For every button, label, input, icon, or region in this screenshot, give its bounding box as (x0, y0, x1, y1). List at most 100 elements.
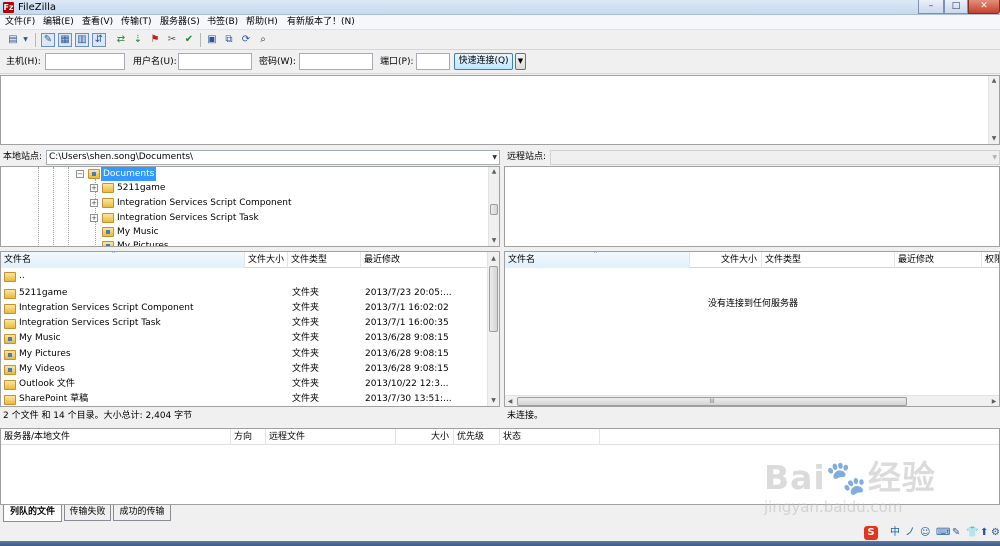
tree-item-documents[interactable]: − Documents (1, 167, 487, 181)
tree-item-my-pictures[interactable]: My Pictures (1, 239, 487, 246)
file-row[interactable]: My Music 文件夹 2013/6/28 9:08:15 (1, 331, 488, 346)
site-manager-icon[interactable]: ▤ (6, 33, 20, 47)
keyboard-icon[interactable]: ⌨ (936, 527, 950, 539)
password-input[interactable] (299, 53, 373, 70)
file-row[interactable]: 5211game 文件夹 2013/7/23 20:05:... (1, 286, 488, 301)
port-input[interactable] (416, 53, 450, 70)
transfer-queue[interactable]: 服务器/本地文件 方向 远程文件 大小 优先级 状态 (0, 428, 1000, 505)
menu-file[interactable]: 文件(F) (5, 16, 35, 29)
scroll-thumb[interactable] (490, 204, 498, 215)
chevron-down-icon[interactable]: ▼ (992, 151, 997, 164)
scroll-up-arrow-icon[interactable]: ▲ (488, 254, 499, 264)
quickconnect-button[interactable]: 快速连接(Q) (454, 53, 513, 70)
remote-file-list[interactable]: 文件名 ^ 文件大小 文件类型 最近修改 权限 没有连接到任何服务器 ◀ III… (504, 251, 1000, 407)
file-row[interactable]: SharePoint 草稿 文件夹 2013/7/30 13:51:... (1, 392, 488, 406)
tree-item-script-task[interactable]: + Integration Services Script Task (1, 211, 487, 225)
minimize-button[interactable]: – (918, 0, 944, 14)
column-direction[interactable]: 方向 (231, 429, 266, 445)
ime-chinese-mode-icon[interactable]: 中 (890, 527, 900, 539)
column-priority[interactable]: 优先级 (454, 429, 500, 445)
handwriting-icon[interactable]: ✎ (952, 527, 960, 539)
tree-item-script-component[interactable]: + Integration Services Script Component (1, 196, 487, 210)
quickconnect-dropdown-button[interactable]: ▼ (515, 53, 526, 70)
reconnect-icon[interactable]: ✔ (182, 33, 196, 47)
username-input[interactable] (178, 53, 252, 70)
host-input[interactable] (45, 53, 125, 70)
menu-new-version[interactable]: 有新版本了！(N) (287, 16, 355, 29)
remote-path-combobox[interactable]: ▼ (550, 150, 1000, 165)
toggle-queue-icon[interactable]: ⇵ (92, 33, 106, 47)
collapse-icon[interactable]: − (76, 170, 84, 178)
file-row[interactable]: Integration Services Script Task 文件夹 201… (1, 316, 488, 331)
tree-item-5211game[interactable]: + 5211game (1, 181, 487, 195)
column-filename[interactable]: 文件名 ^ (505, 252, 690, 268)
column-filename[interactable]: 文件名 ^ (1, 252, 245, 268)
refresh-icon[interactable]: ⇄ (114, 33, 128, 47)
local-tree-scrollbar[interactable]: ▲ ▼ (488, 167, 499, 246)
column-filesize[interactable]: 文件大小 (690, 252, 762, 268)
scroll-down-arrow-icon[interactable]: ▼ (488, 396, 499, 406)
close-button[interactable]: ✕ (968, 0, 1000, 14)
menu-bookmarks[interactable]: 书签(B) (207, 16, 238, 29)
scroll-down-arrow-icon[interactable]: ▼ (989, 134, 999, 144)
scroll-thumb[interactable]: III (517, 397, 907, 406)
column-status[interactable]: 状态 (500, 429, 600, 445)
scroll-up-arrow-icon[interactable]: ▲ (989, 76, 999, 86)
local-tree[interactable]: − Documents + 5211game + Integration Ser… (0, 166, 500, 247)
scroll-down-arrow-icon[interactable]: ▼ (489, 236, 499, 246)
column-modified[interactable]: 最近修改 (895, 252, 982, 268)
local-list-scrollbar[interactable]: ▲ ▼ (487, 252, 499, 406)
disconnect-icon[interactable]: ✂ (165, 33, 179, 47)
file-row[interactable]: .. (1, 269, 488, 284)
column-modified[interactable]: 最近修改 (361, 252, 488, 268)
file-row[interactable]: Integration Services Script Component 文件… (1, 301, 488, 316)
menu-server[interactable]: 服务器(S) (160, 16, 200, 29)
menu-edit[interactable]: 编辑(E) (43, 16, 74, 29)
skin-icon[interactable]: 👕 (966, 527, 978, 539)
upload-icon[interactable]: ⬆ (980, 527, 988, 539)
expand-icon[interactable]: + (90, 199, 98, 207)
expand-icon[interactable]: + (90, 184, 98, 192)
column-filesize[interactable]: 文件大小 (245, 252, 288, 268)
search-icon[interactable]: ⌕ (256, 33, 270, 47)
scroll-left-arrow-icon[interactable]: ◀ (505, 396, 515, 406)
chevron-down-icon[interactable]: ▼ (492, 151, 497, 164)
file-row[interactable]: My Videos 文件夹 2013/6/28 9:08:15 (1, 362, 488, 377)
tab-queued-files[interactable]: 列队的文件 (3, 505, 62, 522)
emoji-icon[interactable]: ☺ (920, 527, 930, 539)
scroll-thumb[interactable] (489, 266, 498, 332)
maximize-button[interactable]: □ (944, 0, 968, 14)
tab-failed-transfers[interactable]: 传输失败 (64, 505, 111, 521)
toggle-remote-tree-icon[interactable]: ▥ (75, 33, 89, 47)
menu-help[interactable]: 帮助(H) (246, 16, 278, 29)
process-queue-icon[interactable]: ⇣ (131, 33, 145, 47)
local-path-combobox[interactable]: C:\Users\shen.song\Documents\ ▼ (46, 150, 500, 165)
column-permissions[interactable]: 权限 (982, 252, 999, 268)
column-size[interactable]: 大小 (396, 429, 454, 445)
column-remote-file[interactable]: 远程文件 (266, 429, 396, 445)
menu-transfer[interactable]: 传输(T) (121, 16, 152, 29)
column-filetype[interactable]: 文件类型 (288, 252, 361, 268)
expand-icon[interactable]: + (90, 214, 98, 222)
local-file-list[interactable]: 文件名 ^ 文件大小 文件类型 最近修改 .. 5211game 文件夹 201… (0, 251, 500, 407)
toggle-local-tree-icon[interactable]: ▦ (58, 33, 72, 47)
toggle-log-icon[interactable]: ✎ (41, 33, 55, 47)
menu-view[interactable]: 查看(V) (82, 16, 113, 29)
settings-icon[interactable]: ⚙ (991, 527, 1000, 539)
ime-punctuation-icon[interactable]: ノ (905, 527, 915, 539)
file-row[interactable]: Outlook 文件 文件夹 2013/10/22 12:3... (1, 377, 488, 392)
tree-item-my-music[interactable]: My Music (1, 225, 487, 239)
dropdown-arrow-icon[interactable]: ▼ (21, 33, 30, 47)
column-server-local-file[interactable]: 服务器/本地文件 (1, 429, 231, 445)
file-row[interactable]: My Pictures 文件夹 2013/6/28 9:08:15 (1, 347, 488, 362)
sogou-ime-icon[interactable]: S (864, 526, 878, 540)
cancel-icon[interactable]: ⚑ (148, 33, 162, 47)
compare-icon[interactable]: ⧉ (222, 33, 236, 47)
remote-list-hscrollbar[interactable]: ◀ III ▶ (505, 395, 999, 406)
scroll-up-arrow-icon[interactable]: ▲ (489, 167, 499, 177)
scroll-right-arrow-icon[interactable]: ▶ (989, 396, 999, 406)
directory-listing-filter-icon[interactable]: ▣ (205, 33, 219, 47)
message-log-scrollbar[interactable]: ▲ ▼ (988, 76, 999, 144)
sync-browse-icon[interactable]: ⟳ (239, 33, 253, 47)
column-filetype[interactable]: 文件类型 (762, 252, 895, 268)
